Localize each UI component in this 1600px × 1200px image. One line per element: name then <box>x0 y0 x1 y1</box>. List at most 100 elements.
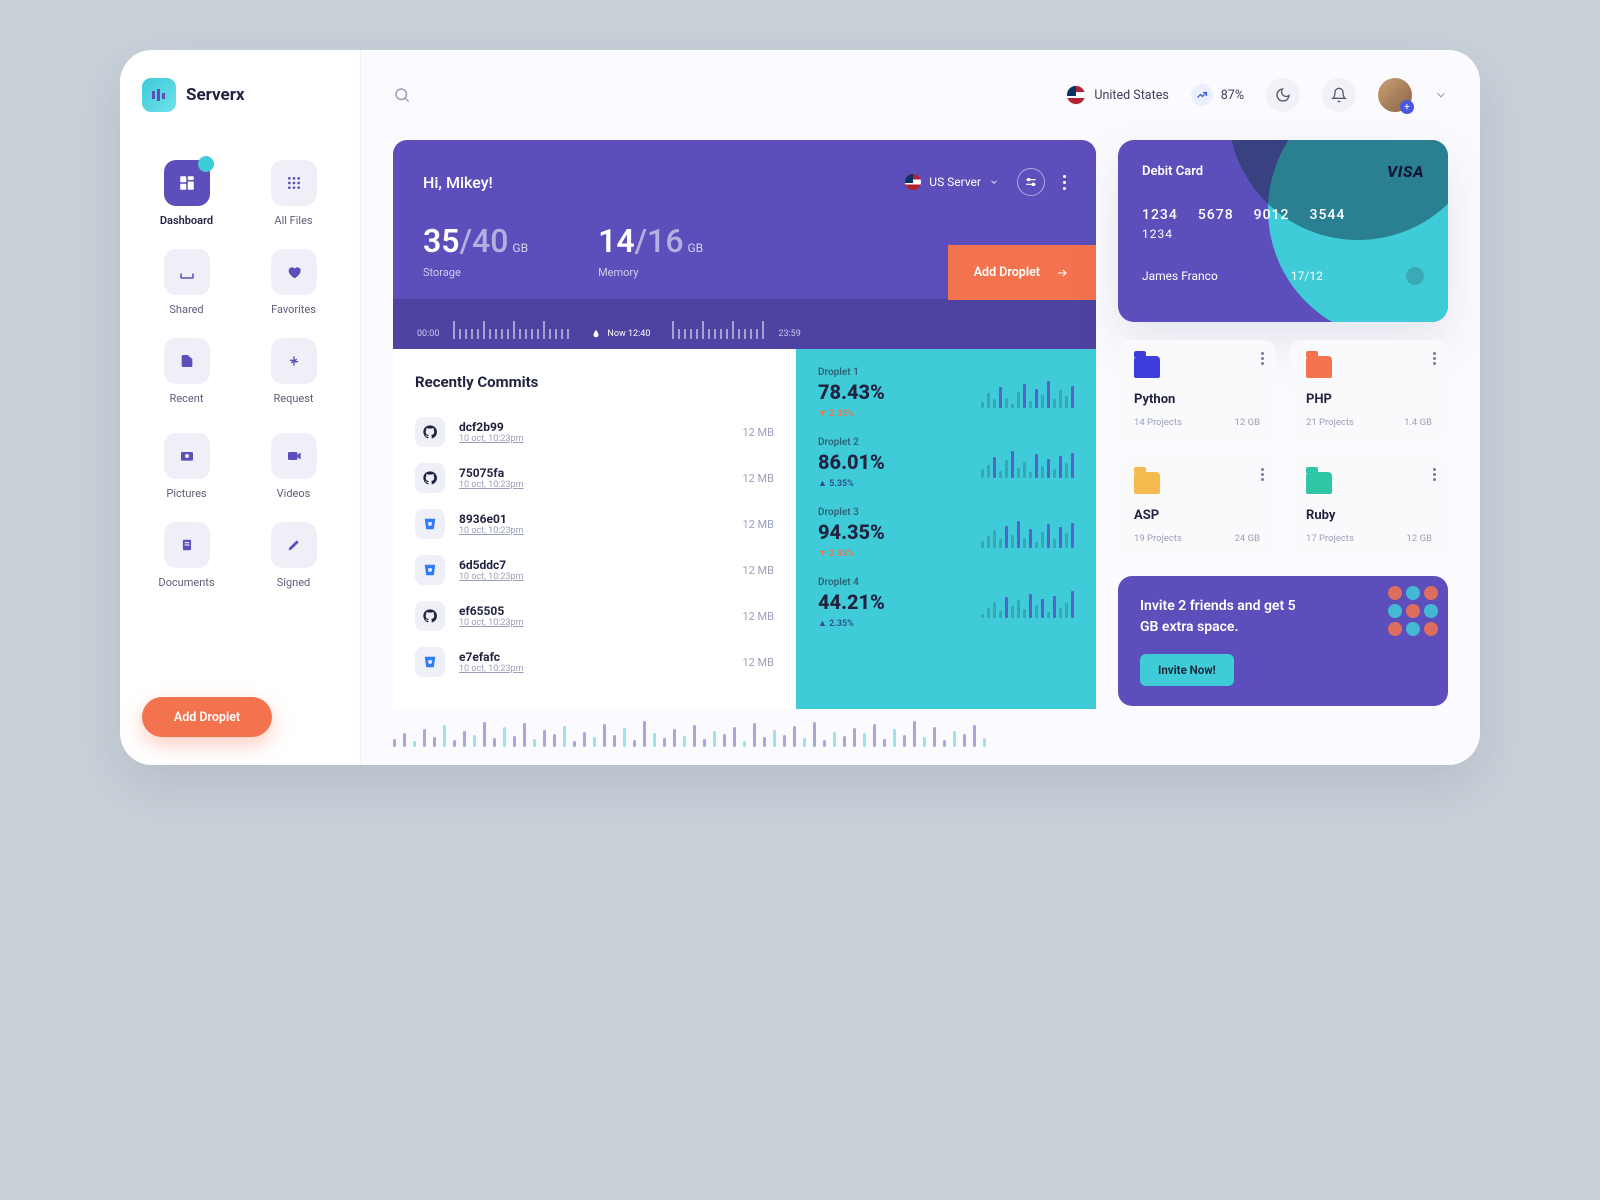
sidebar-item-shared[interactable]: Shared <box>142 249 231 316</box>
folder-card-ruby[interactable]: Ruby 17 Projects12 GB <box>1290 456 1448 558</box>
timeline-now: Now 12:40 <box>591 329 650 339</box>
folder-icon <box>1134 356 1160 378</box>
folder-card-php[interactable]: PHP 21 Projects1.4 GB <box>1290 340 1448 442</box>
bitbucket-icon <box>415 509 445 539</box>
sidebar-item-request[interactable]: Request <box>249 338 338 405</box>
add-droplet-button[interactable]: Add Droplet <box>142 697 272 737</box>
folder-size: 12 GB <box>1235 417 1260 428</box>
folder-icon <box>1134 472 1160 494</box>
commit-size: 12 MB <box>742 518 774 531</box>
commit-row[interactable]: dcf2b99 10 oct, 10:23pm 12 MB <box>415 409 774 455</box>
commit-size: 12 MB <box>742 610 774 623</box>
folder-more-icon[interactable] <box>1433 468 1436 481</box>
commit-hash: 8936e01 <box>459 512 728 526</box>
notifications-icon[interactable] <box>1322 78 1356 112</box>
bitbucket-icon <box>415 555 445 585</box>
sidebar-item-recent[interactable]: Recent <box>142 338 231 405</box>
activity-waveform <box>393 709 1448 765</box>
memory-metric: 14/16GB Memory <box>598 222 703 279</box>
sidebar-item-videos[interactable]: Videos <box>249 433 338 500</box>
debit-card[interactable]: Debit Card VISA 1234567890123544 1234 Ja… <box>1118 140 1448 322</box>
folder-name: Ruby <box>1306 508 1432 523</box>
folder-size: 12 GB <box>1407 533 1432 544</box>
sidebar-item-documents[interactable]: Documents <box>142 522 231 589</box>
signed-icon <box>271 522 317 568</box>
sidebar-item-dashboard[interactable]: Dashboard <box>142 160 231 227</box>
favorites-icon <box>271 249 317 295</box>
droplet-name: Droplet 3 <box>818 507 885 518</box>
commit-hash: dcf2b99 <box>459 420 728 434</box>
region-select[interactable]: United States <box>1066 85 1168 105</box>
droplet-value: 86.01% <box>818 450 885 474</box>
folder-size: 1.4 GB <box>1404 417 1432 428</box>
timeline-start: 00:00 <box>417 329 439 339</box>
search-icon[interactable] <box>393 86 411 104</box>
droplet-card[interactable]: Droplet 4 44.21% ▲ 2.35% <box>818 577 1074 629</box>
folder-name: Python <box>1134 392 1260 407</box>
commit-date: 10 oct, 10:23pm <box>459 664 728 674</box>
sidebar-item-label: Videos <box>277 487 311 500</box>
avatar[interactable] <box>1378 78 1412 112</box>
server-select[interactable]: US Server <box>905 174 999 190</box>
commit-row[interactable]: ef65505 10 oct, 10:23pm 12 MB <box>415 593 774 639</box>
card-expiry: 17/12 <box>1291 269 1323 283</box>
commit-date: 10 oct, 10:23pm <box>459 572 728 582</box>
pictures-icon <box>164 433 210 479</box>
commit-row[interactable]: 75075fa 10 oct, 10:23pm 12 MB <box>415 455 774 501</box>
folder-projects: 21 Projects <box>1306 417 1354 428</box>
droplet-value: 78.43% <box>818 380 885 404</box>
folder-name: ASP <box>1134 508 1260 523</box>
droplet-card[interactable]: Droplet 2 86.01% ▲ 5.35% <box>818 437 1074 489</box>
commit-row[interactable]: e7efafc 10 oct, 10:23pm 12 MB <box>415 639 774 685</box>
settings-icon[interactable] <box>1017 168 1045 196</box>
mastercard-icon <box>1396 267 1424 285</box>
documents-icon <box>164 522 210 568</box>
sidebar-item-label: All Files <box>274 214 312 227</box>
droplet-delta: ▼ 2.35% <box>818 548 885 559</box>
hero-panel: Hi, Mikey! US Server <box>393 140 1096 299</box>
trend-icon <box>1191 84 1213 106</box>
sidebar-item-favorites[interactable]: Favorites <box>249 249 338 316</box>
droplet-value: 94.35% <box>818 520 885 544</box>
sidebar-item-label: Signed <box>277 576 311 589</box>
commit-row[interactable]: 6d5ddc7 10 oct, 10:23pm 12 MB <box>415 547 774 593</box>
folder-card-asp[interactable]: ASP 19 Projects24 GB <box>1118 456 1276 558</box>
hero-more-icon[interactable] <box>1063 175 1066 190</box>
videos-icon <box>271 433 317 479</box>
invite-button[interactable]: Invite Now! <box>1140 654 1234 686</box>
folder-more-icon[interactable] <box>1261 468 1264 481</box>
commit-row[interactable]: 8936e01 10 oct, 10:23pm 12 MB <box>415 501 774 547</box>
commit-date: 10 oct, 10:23pm <box>459 618 728 628</box>
droplet-card[interactable]: Droplet 3 94.35% ▼ 2.35% <box>818 507 1074 559</box>
folder-card-python[interactable]: Python 14 Projects12 GB <box>1118 340 1276 442</box>
commit-date: 10 oct, 10:23pm <box>459 434 728 444</box>
droplet-name: Droplet 4 <box>818 577 885 588</box>
chevron-down-icon[interactable] <box>1434 88 1448 102</box>
droplet-delta: ▲ 5.35% <box>818 478 885 489</box>
droplet-card[interactable]: Droplet 1 78.43% ▼ 2.35% <box>818 367 1074 419</box>
sidebar-item-label: Dashboard <box>160 214 213 227</box>
github-icon <box>415 463 445 493</box>
folder-size: 24 GB <box>1235 533 1260 544</box>
timeline-strip: 00:00 Now 12:40 23:59 <box>393 299 1096 349</box>
sidebar-item-pictures[interactable]: Pictures <box>142 433 231 500</box>
server-label: US Server <box>929 175 981 189</box>
add-droplet-label: Add Droplet <box>174 710 240 725</box>
sidebar-item-all-files[interactable]: All Files <box>249 160 338 227</box>
droplet-sparkline <box>981 588 1074 618</box>
flag-us-small-icon <box>905 174 921 190</box>
app-logo[interactable]: Serverx <box>142 78 338 112</box>
folder-more-icon[interactable] <box>1261 352 1264 365</box>
droplet-delta: ▲ 2.35% <box>818 618 885 629</box>
sidebar-item-signed[interactable]: Signed <box>249 522 338 589</box>
theme-toggle[interactable] <box>1266 78 1300 112</box>
greeting: Hi, Mikey! <box>423 173 493 192</box>
commit-hash: e7efafc <box>459 650 728 664</box>
commit-size: 12 MB <box>742 564 774 577</box>
visa-logo: VISA <box>1387 162 1424 181</box>
hero-cta-label: Add Droplet <box>974 265 1040 280</box>
folder-more-icon[interactable] <box>1433 352 1436 365</box>
droplet-sparkline <box>981 518 1074 548</box>
hero-add-droplet-button[interactable]: Add Droplet <box>948 245 1096 300</box>
invite-card: Invite 2 friends and get 5 GB extra spac… <box>1118 576 1448 706</box>
